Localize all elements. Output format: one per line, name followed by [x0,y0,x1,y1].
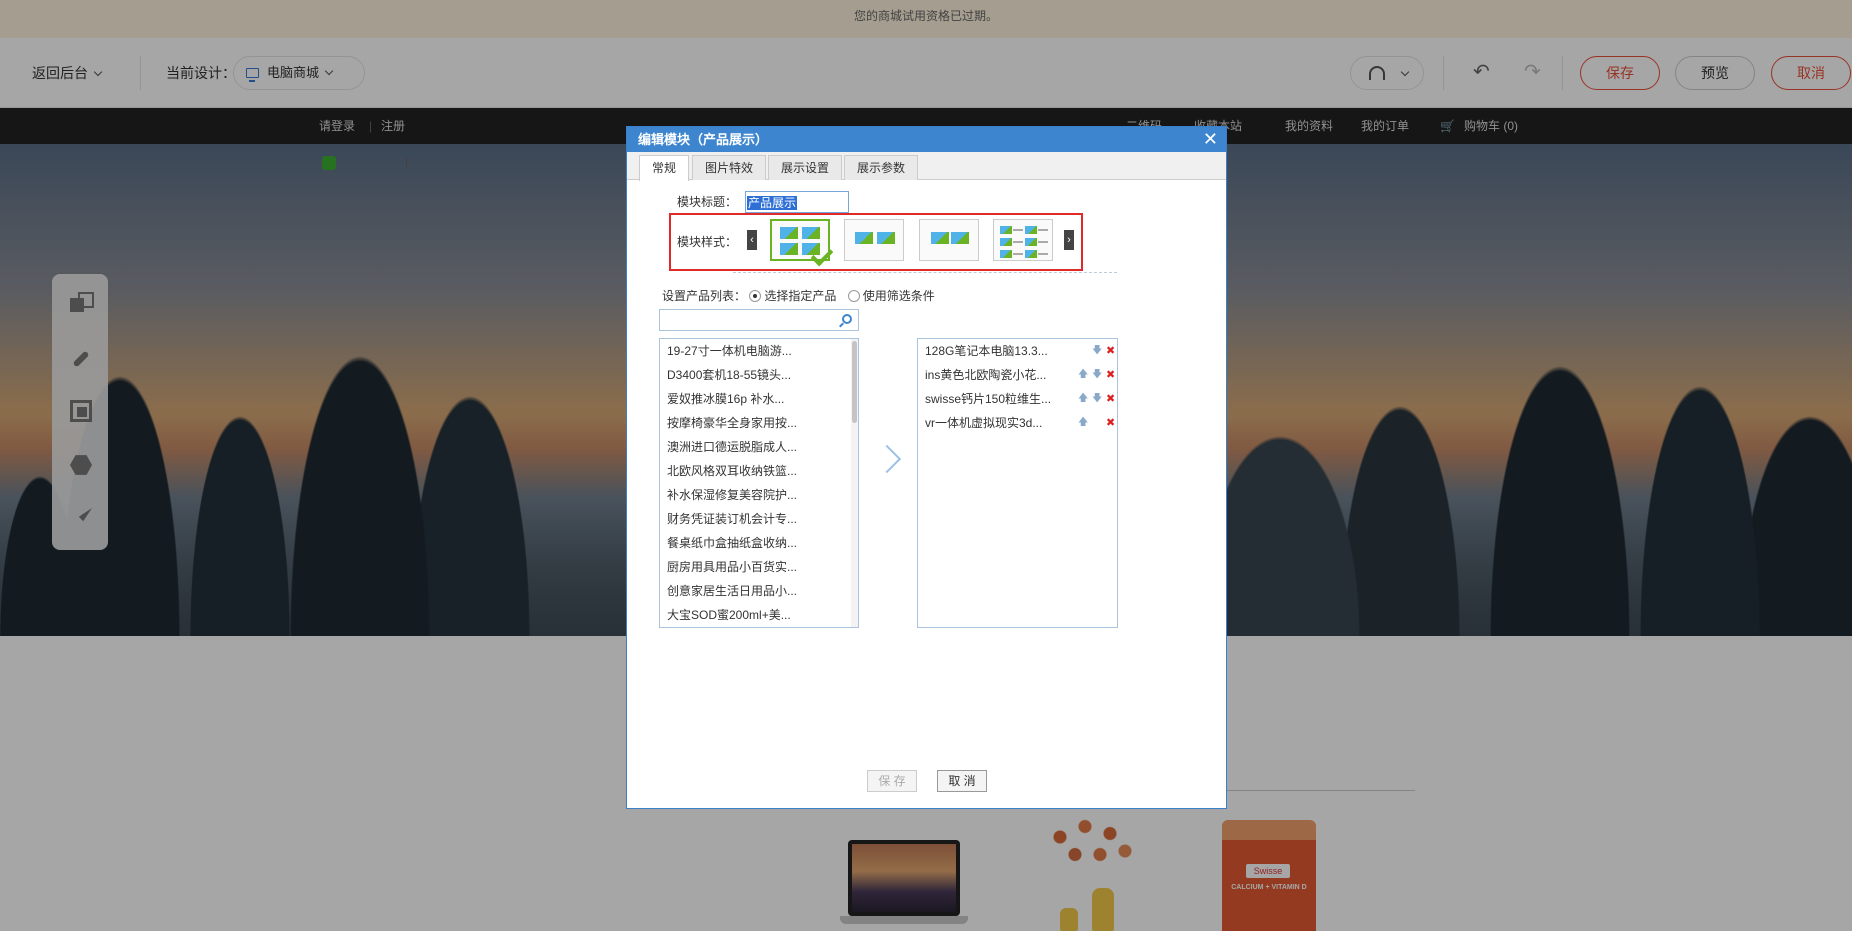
selected-item-label: vr一体机虚拟现实3d... [925,416,1043,430]
selected-item-label: 128G笔记本电脑13.3... [925,344,1048,358]
module-title-input[interactable]: 产品展示 [745,191,849,213]
selected-item-label: swisse钙片150粒维生... [925,392,1052,406]
selected-products-list: 128G笔记本电脑13.3... 🡇 ✖ ins黄色北欧陶瓷小花... 🡅 🡇 ✖ swiss… [917,338,1118,628]
product-list-label: 设置产品列表： [662,289,747,303]
dialog-cancel-button[interactable]: 取 消 [937,770,987,792]
style-option-list[interactable] [993,219,1053,261]
move-down-icon[interactable]: 🡇 [1092,339,1102,363]
edit-module-dialog: 编辑模块（产品展示） ✕ 常规 图片特效 展示设置 展示参数 模块标题： 产品展… [626,126,1227,809]
scrollbar[interactable] [851,339,858,627]
selected-item-label: ins黄色北欧陶瓷小花... [925,368,1047,382]
dialog-save-button[interactable]: 保 存 [867,770,917,792]
tab-display-params[interactable]: 展示参数 [844,155,919,180]
add-to-selected-arrow-icon[interactable] [872,444,902,474]
list-item[interactable]: 大宝SOD蜜200ml+美... [660,603,858,627]
divider [733,272,1117,273]
list-item[interactable]: 餐桌纸巾盒抽纸盒收纳... [660,531,858,555]
tab-general[interactable]: 常规 [639,155,690,181]
list-item[interactable]: 19-27寸一体机电脑游... [660,339,858,363]
style-option-grid[interactable] [770,219,834,267]
tab-display-settings[interactable]: 展示设置 [768,155,843,180]
selected-item[interactable]: swisse钙片150粒维生... 🡅 🡇 ✖ [918,387,1117,411]
move-up-icon[interactable]: 🡅 [1078,387,1088,411]
delete-icon[interactable]: ✖ [1106,411,1115,435]
tab-image-effects[interactable]: 图片特效 [692,155,767,180]
radio-select-products-label: 选择指定产品 [764,289,837,303]
list-item[interactable]: 按摩椅豪华全身家用按... [660,411,858,435]
list-item[interactable]: 爱奴推冰膜16p 补水... [660,387,858,411]
dialog-title-bar: 编辑模块（产品展示） ✕ [627,127,1226,152]
module-title-label: 模块标题： [677,195,738,209]
list-item[interactable]: 北欧风格双耳收纳铁篮... [660,459,858,483]
dialog-title: 编辑模块（产品展示） [638,132,769,147]
dialog-tabs: 常规 图片特效 展示设置 展示参数 [627,152,1226,181]
style-prev-button[interactable]: ‹ [747,230,757,250]
radio-filter-conditions-label: 使用筛选条件 [862,289,935,303]
delete-icon[interactable]: ✖ [1106,339,1115,363]
delete-icon[interactable]: ✖ [1106,363,1115,387]
close-icon[interactable]: ✕ [1203,127,1218,151]
list-item[interactable]: 创意家居生活日用品小... [660,579,858,603]
style-next-button[interactable]: › [1064,230,1074,250]
product-search-input[interactable] [659,309,859,331]
radio-filter-conditions[interactable] [847,290,860,302]
list-item[interactable]: D3400套机18-55镜头... [660,363,858,387]
module-style-label: 模块样式： [677,235,738,249]
style-option-carousel[interactable] [919,219,979,261]
list-item[interactable]: 澳洲进口德运脱脂成人... [660,435,858,459]
list-item[interactable]: 厨房用具用品小百货实... [660,555,858,579]
selected-item[interactable]: vr一体机虚拟现实3d... 🡅 ✖ [918,411,1117,435]
selected-item[interactable]: ins黄色北欧陶瓷小花... 🡅 🡇 ✖ [918,363,1117,387]
move-down-icon[interactable]: 🡇 [1092,387,1102,411]
style-option-large[interactable] [844,219,904,261]
move-up-icon[interactable]: 🡅 [1078,363,1088,387]
list-item[interactable]: 补水保湿修复美容院护... [660,483,858,507]
search-icon[interactable] [842,314,852,324]
module-title-value: 产品展示 [747,196,798,210]
move-up-icon[interactable]: 🡅 [1078,411,1088,435]
move-down-icon[interactable]: 🡇 [1092,363,1102,387]
selected-item[interactable]: 128G笔记本电脑13.3... 🡇 ✖ [918,339,1117,363]
list-item[interactable]: 财务凭证装订机会计专... [660,507,858,531]
radio-select-products[interactable] [749,290,762,302]
product-list-mode: 设置产品列表： 选择指定产品 使用筛选条件 [662,287,935,305]
scrollbar-thumb[interactable] [852,341,857,423]
delete-icon[interactable]: ✖ [1106,387,1115,411]
available-products-list: 19-27寸一体机电脑游... D3400套机18-55镜头... 爱奴推冰膜16p… [659,338,859,628]
